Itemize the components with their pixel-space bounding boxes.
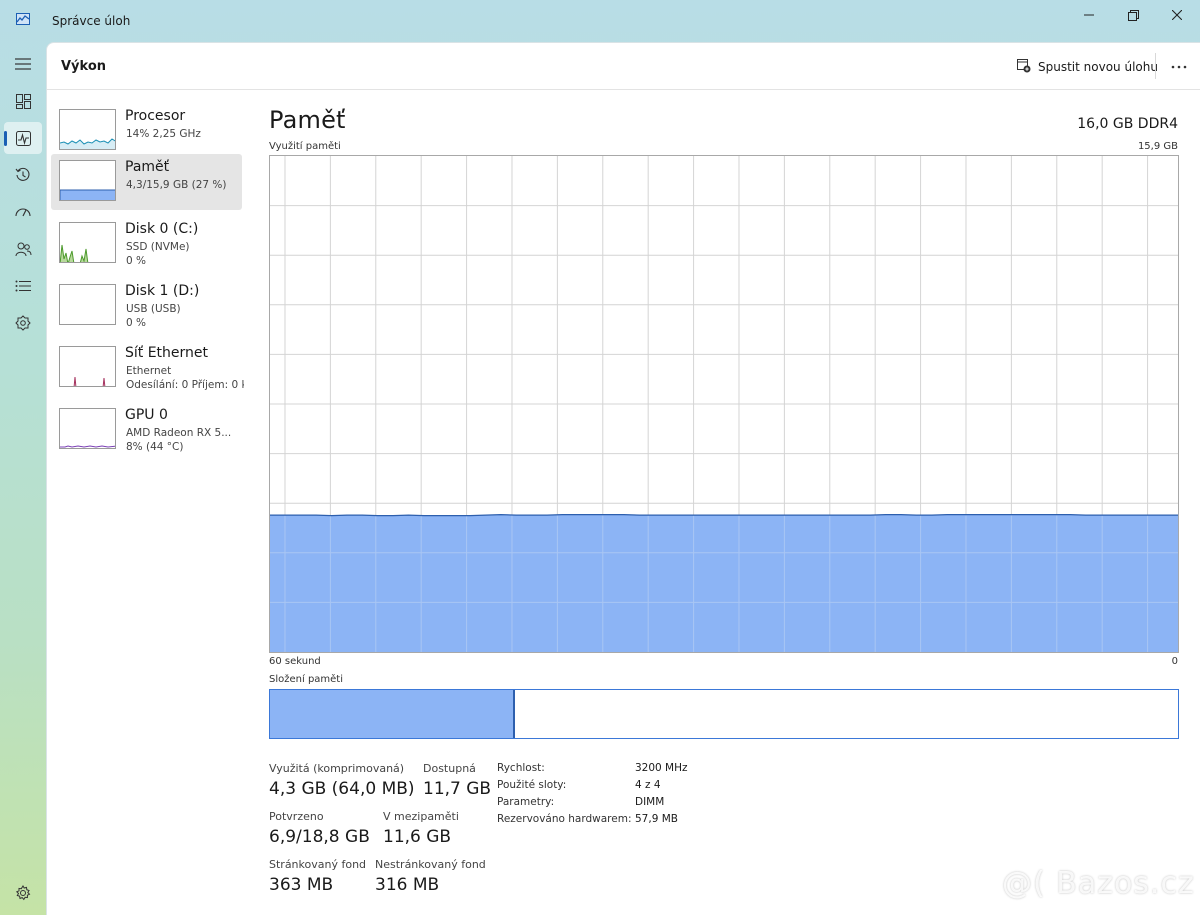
memory-usage-area xyxy=(270,514,1178,652)
device-item[interactable]: Disk 0 (C:) SSD (NVMe) 0 % xyxy=(51,216,242,272)
performance-icon[interactable] xyxy=(4,122,42,154)
device-name: Disk 1 (D:) xyxy=(125,283,200,299)
cached-label: V mezipaměti xyxy=(383,810,459,823)
memory-composition-bar xyxy=(269,689,1179,739)
device-detail: USB (USB) xyxy=(126,303,181,315)
close-button[interactable] xyxy=(1154,0,1200,30)
device-item[interactable]: Paměť 4,3/15,9 GB (27 %) xyxy=(51,154,242,210)
committed-label: Potvrzeno xyxy=(269,810,324,823)
spec-key: Použité sloty: xyxy=(497,779,567,791)
spec-value: 57,9 MB xyxy=(635,813,678,825)
nonpaged-pool-value: 316 MB xyxy=(375,875,440,895)
paged-pool-label: Stránkovaný fond xyxy=(269,858,367,871)
device-detail: Ethernet xyxy=(126,365,172,377)
hamburger-icon[interactable] xyxy=(4,48,42,80)
device-name: Procesor xyxy=(125,108,186,124)
processes-icon[interactable] xyxy=(4,85,42,117)
device-name: GPU 0 xyxy=(125,407,168,423)
used-label: Využitá (komprimovaná) xyxy=(269,762,405,775)
spec-key: Rezervováno hardwarem: xyxy=(497,813,632,825)
device-item[interactable]: GPU 0 AMD Radeon RX 5... 8% (44 °C) xyxy=(51,402,242,458)
memory-usage-chart xyxy=(269,155,1179,653)
memory-max-label: 15,9 GB xyxy=(1137,141,1178,152)
device-name: Síť Ethernet xyxy=(125,345,209,361)
spec-value: 4 z 4 xyxy=(635,779,661,791)
device-name: Disk 0 (C:) xyxy=(125,221,199,237)
task-manager-app-icon xyxy=(16,10,30,25)
more-options-button[interactable] xyxy=(1165,55,1193,79)
device-thumbnail xyxy=(59,346,116,387)
nonpaged-pool-label: Nestránkovaný fond xyxy=(375,858,486,871)
services-icon[interactable] xyxy=(4,307,42,339)
available-label: Dostupná xyxy=(423,762,476,775)
available-value: 11,7 GB xyxy=(423,779,492,799)
device-thumbnail xyxy=(59,109,116,150)
spec-value: DIMM xyxy=(635,796,665,808)
committed-value: 6,9/18,8 GB xyxy=(269,827,370,847)
memory-composition-label: Složení paměti xyxy=(269,674,344,685)
header-separator xyxy=(1155,53,1156,79)
navigation-rail xyxy=(0,42,46,915)
title-bar: Správce úloh xyxy=(0,0,1200,42)
memory-usage-svg xyxy=(270,156,1178,652)
run-task-icon xyxy=(1017,58,1031,76)
main-panel: Výkon Spustit novou úlohu Procesor 14% 2,… xyxy=(46,42,1200,915)
time-axis-left-label: 60 sekund xyxy=(269,656,321,667)
device-detail: 0 % xyxy=(126,255,146,267)
device-detail: 14% 2,25 GHz xyxy=(126,128,201,140)
settings-icon[interactable] xyxy=(4,877,42,909)
page-title: Výkon xyxy=(61,59,107,74)
page-header: Výkon Spustit novou úlohu xyxy=(47,43,1200,90)
minimize-button[interactable] xyxy=(1066,0,1112,30)
device-detail: 4,3/15,9 GB (27 %) xyxy=(126,179,227,191)
device-thumbnail xyxy=(59,160,116,201)
device-detail: Odesílání: 0 Příjem: 0 kb/s xyxy=(126,379,244,391)
device-thumbnail xyxy=(59,222,116,263)
window-title: Správce úloh xyxy=(52,14,131,28)
memory-spec: 16,0 GB DDR4 xyxy=(1077,116,1178,132)
startup-icon[interactable] xyxy=(4,196,42,228)
run-new-task-label: Spustit novou úlohu xyxy=(1038,60,1158,74)
device-name: Paměť xyxy=(125,159,170,175)
device-thumbnail xyxy=(59,284,116,325)
restore-button[interactable] xyxy=(1110,0,1156,30)
device-thumbnail xyxy=(59,408,116,449)
watermark: @( Bazos.cz xyxy=(1002,866,1195,901)
device-item[interactable]: Procesor 14% 2,25 GHz xyxy=(51,103,242,159)
device-detail: 8% (44 °C) xyxy=(126,441,184,453)
device-item[interactable]: Síť Ethernet Ethernet Odesílání: 0 Příjem:… xyxy=(51,340,244,396)
used-value: 4,3 GB (64,0 MB) xyxy=(269,779,415,799)
paged-pool-value: 363 MB xyxy=(269,875,334,895)
spec-value: 3200 MHz xyxy=(635,762,688,774)
memory-usage-label: Využití paměti xyxy=(269,141,341,152)
users-icon[interactable] xyxy=(4,233,42,265)
history-icon[interactable] xyxy=(4,159,42,191)
detail-title: Paměť xyxy=(269,106,346,134)
more-icon xyxy=(1171,65,1187,69)
details-icon[interactable] xyxy=(4,270,42,302)
device-item[interactable]: Disk 1 (D:) USB (USB) 0 % xyxy=(51,278,242,334)
run-new-task-button[interactable]: Spustit novou úlohu xyxy=(1013,55,1162,79)
time-axis-right-label: 0 xyxy=(1171,656,1178,667)
spec-key: Parametry: xyxy=(497,796,555,808)
spec-key: Rychlost: xyxy=(497,762,545,774)
device-detail: SSD (NVMe) xyxy=(126,241,190,253)
composition-in-use-segment xyxy=(270,690,516,738)
device-detail: 0 % xyxy=(126,317,146,329)
cached-value: 11,6 GB xyxy=(383,827,452,847)
device-detail: AMD Radeon RX 5... xyxy=(126,427,232,439)
